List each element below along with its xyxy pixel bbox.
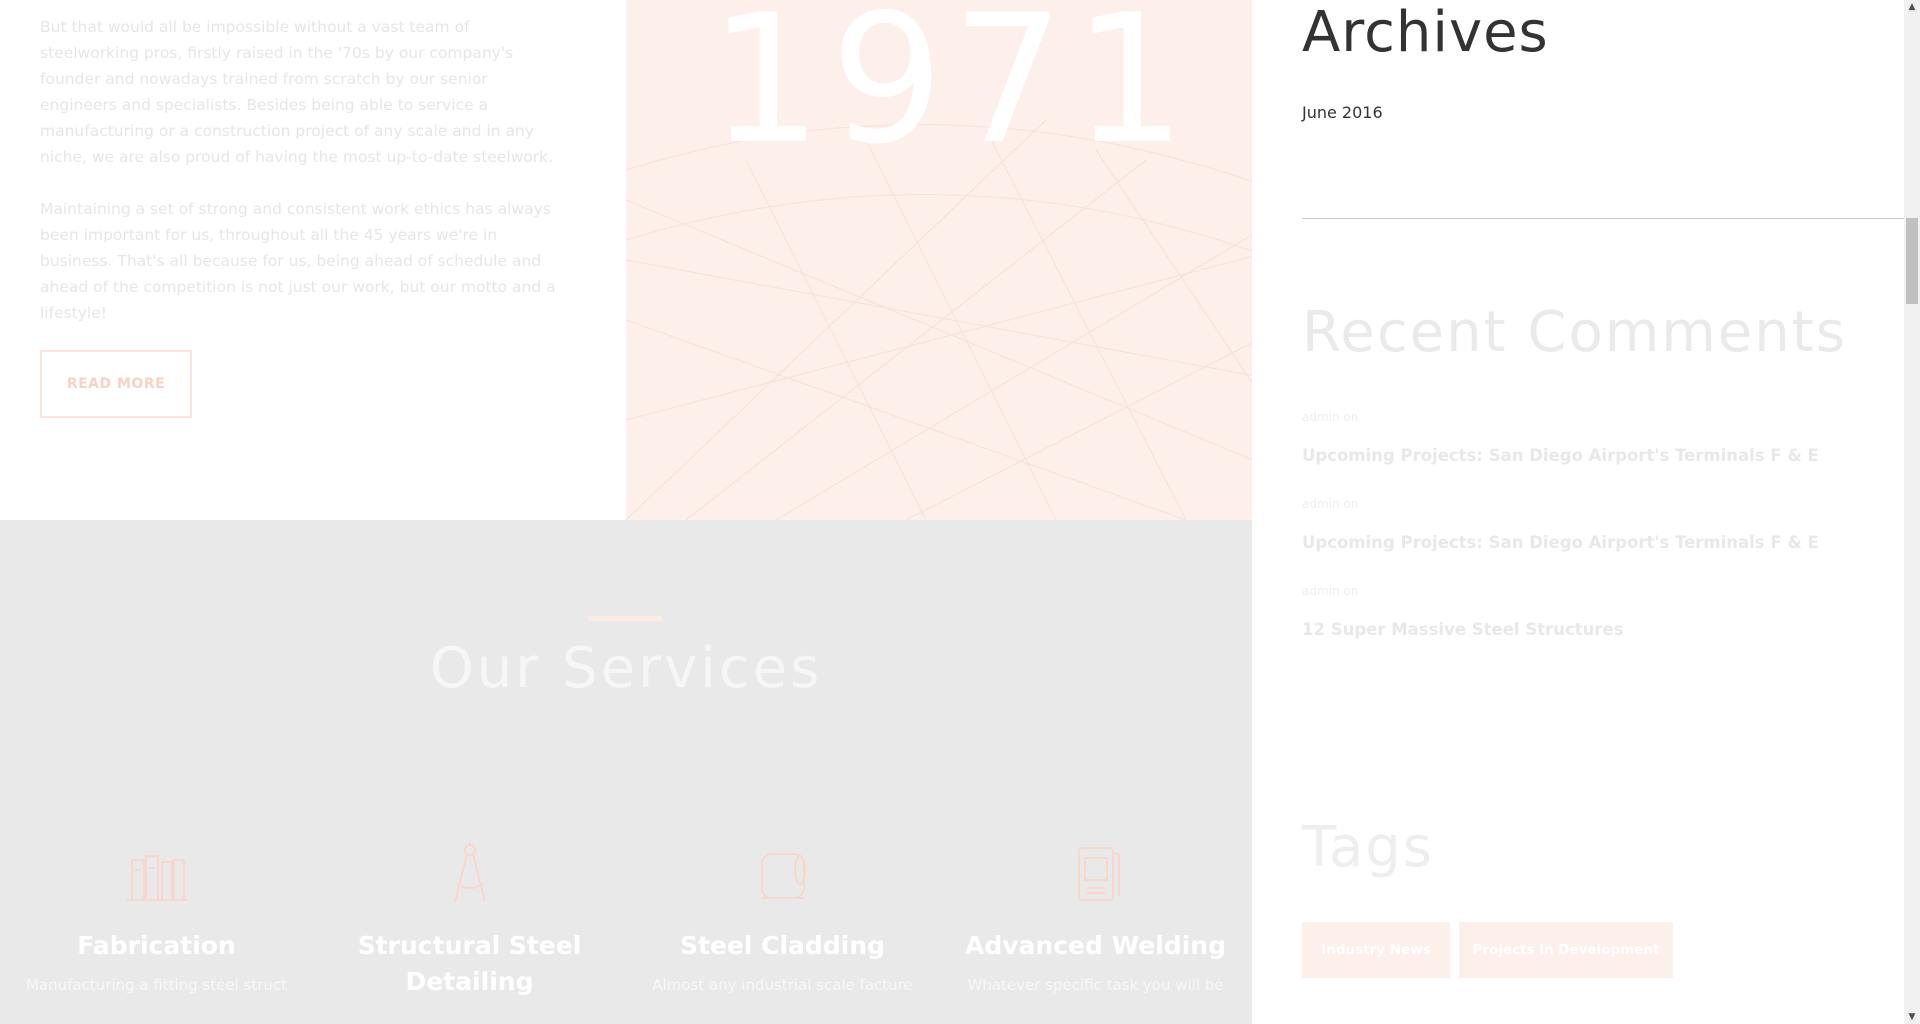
service-description: Manufacturing a fitting steel struct	[25, 976, 288, 994]
about-paragraph-2: Maintaining a set of strong and consiste…	[40, 200, 556, 322]
books-icon	[125, 855, 188, 901]
tag-projects-in-development[interactable]: Projects in Development	[1459, 922, 1673, 978]
sidebar-divider	[1302, 218, 1904, 219]
read-more-button[interactable]: READ MORE	[40, 350, 192, 418]
comment-meta: admin on	[1302, 497, 1359, 511]
archive-link[interactable]: June 2016	[1302, 103, 1383, 122]
services-section: Our Services Fabrication Manufacturing a…	[0, 520, 1252, 1024]
archives-title: Archives	[1302, 0, 1549, 65]
sidebar: Archives June 2016 Recent Comments admin…	[1252, 0, 1904, 1024]
service-title: Advanced Welding	[965, 931, 1226, 960]
comment-post-link[interactable]: 12 Super Massive Steel Structures	[1302, 620, 1624, 639]
service-title: Structural Steel Detailing	[357, 931, 582, 996]
service-item[interactable]: Advanced Welding Whatever specific task …	[939, 840, 1252, 994]
about-paragraph-1: But that would all be impossible without…	[40, 18, 554, 166]
service-item[interactable]: Structural Steel Detailing	[313, 840, 626, 1012]
tags-title: Tags	[1302, 815, 1434, 880]
section-accent-line	[588, 616, 662, 621]
services-title: Our Services	[429, 636, 823, 701]
scroll-up-arrow-icon[interactable]: ▲	[1904, 0, 1920, 14]
year-image-block: 1971	[626, 0, 1277, 520]
service-title: Fabrication	[77, 931, 236, 960]
compass-icon	[453, 842, 486, 903]
service-description: Almost any industrial scale facture	[652, 976, 913, 994]
recent-comments-title: Recent Comments	[1302, 300, 1847, 365]
comment-meta: admin on	[1302, 410, 1359, 424]
tag-industry-news[interactable]: Industry News	[1302, 922, 1450, 978]
service-item[interactable]: Fabrication Manufacturing a fitting stee…	[0, 840, 313, 994]
device-icon	[1077, 847, 1120, 901]
founding-year: 1971	[709, 0, 1194, 183]
comment-meta: admin on	[1302, 584, 1359, 598]
page-scrollbar[interactable]: ▲ ▼	[1904, 0, 1920, 1024]
service-item[interactable]: Steel Cladding Almost any industrial sca…	[626, 840, 939, 994]
about-text-block: But that would all be impossible without…	[40, 14, 560, 352]
roll-icon	[760, 853, 806, 899]
scroll-down-arrow-icon[interactable]: ▼	[1904, 1010, 1920, 1024]
comment-post-link[interactable]: Upcoming Projects: San Diego Airport's T…	[1302, 446, 1819, 465]
service-title: Steel Cladding	[680, 931, 885, 960]
comment-post-link[interactable]: Upcoming Projects: San Diego Airport's T…	[1302, 533, 1819, 552]
service-description: Whatever specific task you will be	[967, 976, 1224, 994]
scrollbar-thumb[interactable]	[1906, 218, 1918, 304]
